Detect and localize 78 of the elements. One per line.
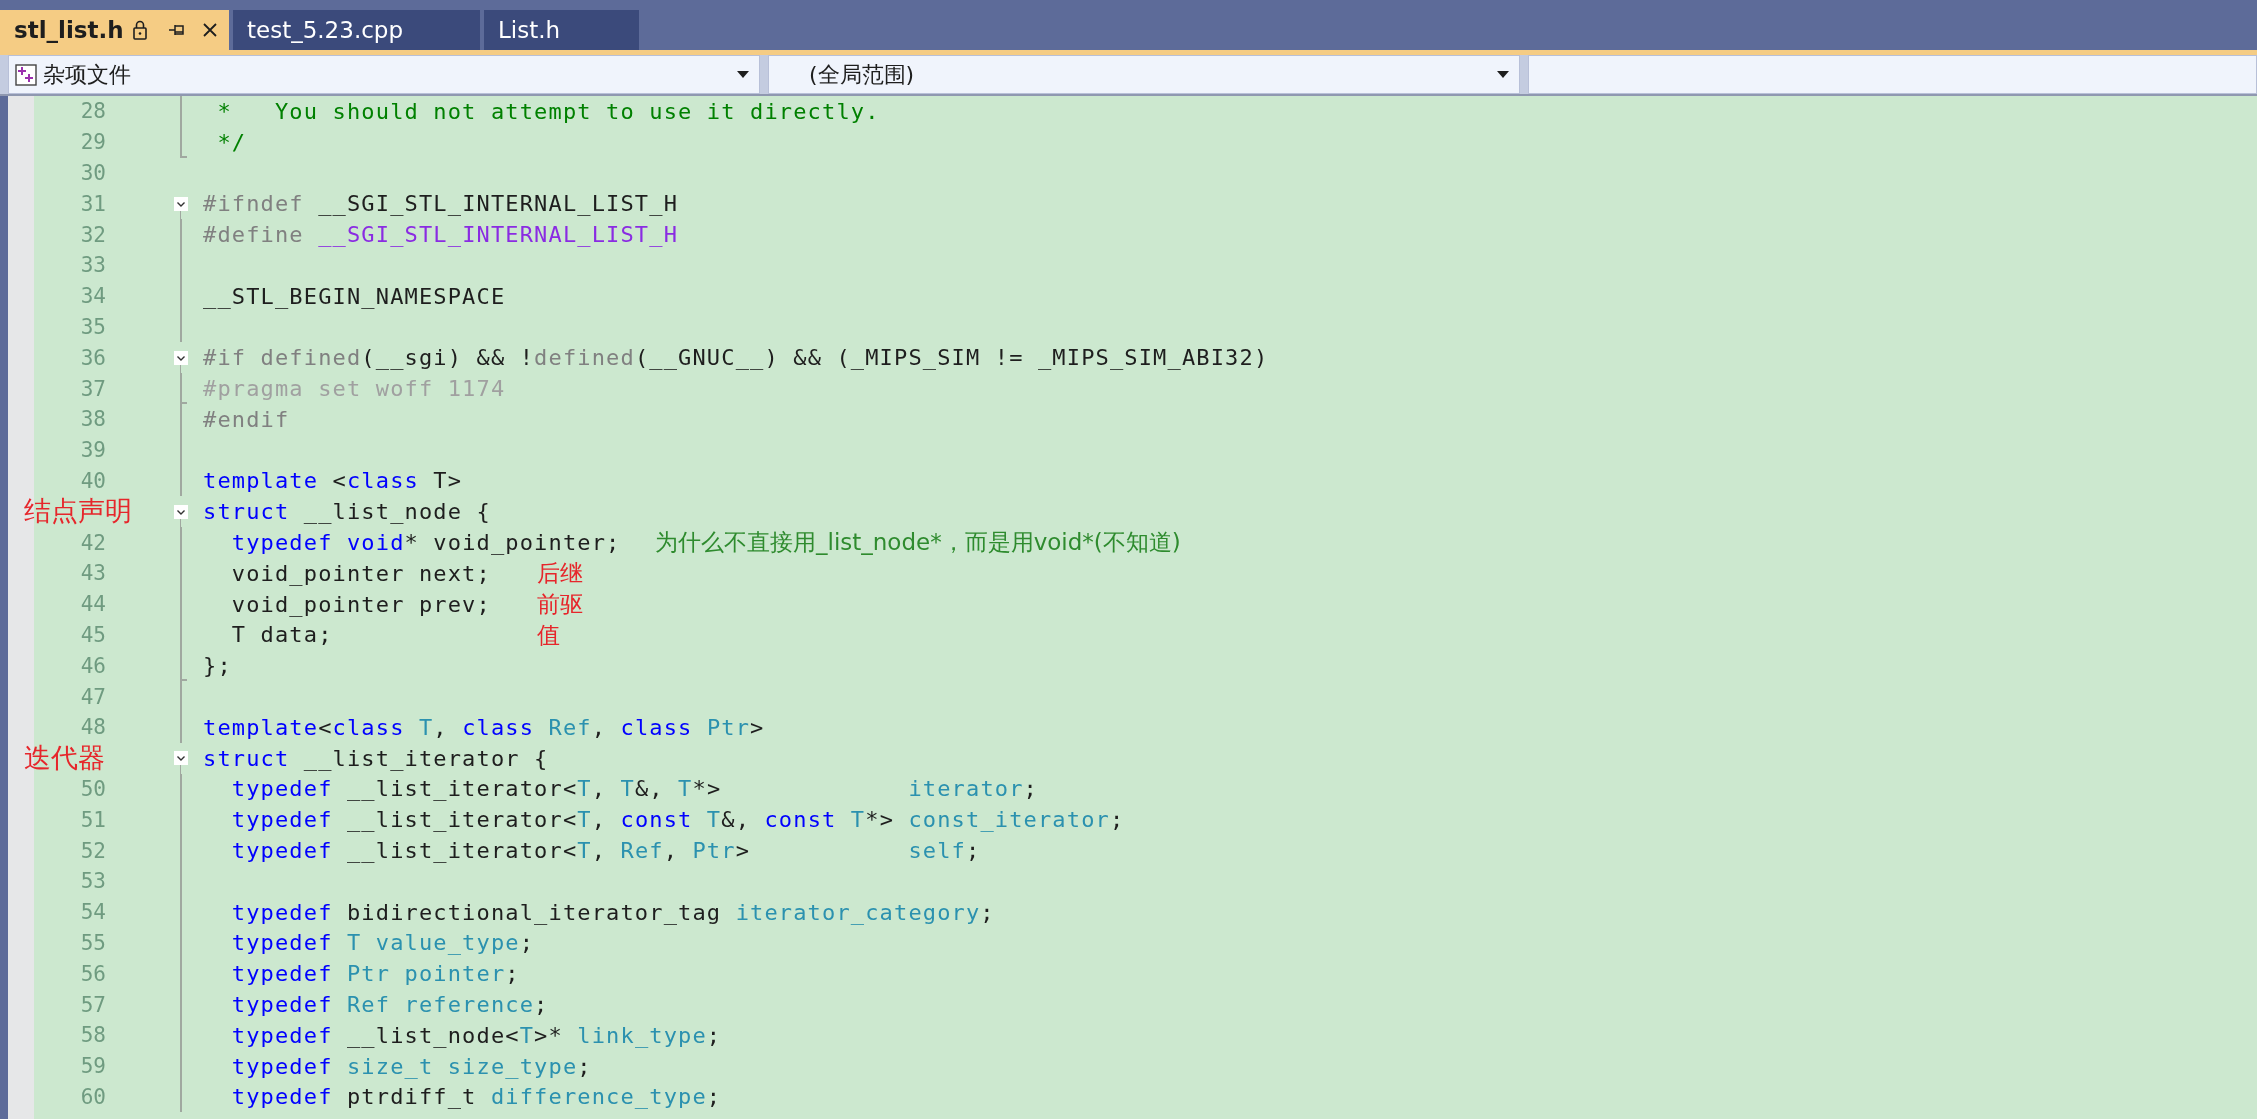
code-line: #ifndef __SGI_STL_INTERNAL_LIST_H xyxy=(203,191,679,217)
dropdown[interactable]: (全局范围) xyxy=(768,55,1520,94)
code-line: T data; xyxy=(230,622,333,648)
code-line: typedef ptrdiff_t difference_type; xyxy=(230,1084,722,1110)
line-number: 56 xyxy=(80,961,106,986)
code-line: typedef size_t size_type; xyxy=(230,1053,592,1079)
line-number: 43 xyxy=(80,561,106,586)
line-number: 54 xyxy=(80,900,106,925)
line-number: 51 xyxy=(80,807,106,832)
line-number: 42 xyxy=(80,530,106,555)
line-number: 29 xyxy=(80,130,106,155)
code-line: #pragma set woff 1174 xyxy=(203,376,506,402)
close-icon[interactable] xyxy=(201,22,218,38)
annotation-text: 迭代器 xyxy=(24,742,105,773)
line-number: 60 xyxy=(80,1084,106,1109)
line-number: 39 xyxy=(80,438,106,463)
collapse-icon[interactable] xyxy=(174,196,188,211)
dropdown[interactable]: 杂项文件 xyxy=(8,55,760,94)
caret-icon xyxy=(737,71,749,78)
code-line: template <class T> xyxy=(203,468,463,494)
code-line: typedef void* void_pointer; xyxy=(230,530,621,556)
code-line: typedef Ptr pointer; xyxy=(230,961,520,987)
code-line: typedef __list_iterator<T, T&, T*> iterator; xyxy=(230,776,1038,802)
code-line: struct __list_node { xyxy=(203,499,491,525)
line-number: 40 xyxy=(80,468,106,493)
code-line: void_pointer next; xyxy=(230,560,491,586)
annotation-text: 为什么不直接用_list_node*，而是用void*(不知道) xyxy=(655,529,1181,556)
line-number: 35 xyxy=(80,314,106,339)
line-number: 59 xyxy=(80,1054,106,1079)
annotation-text: 后继 xyxy=(537,559,583,586)
line-number: 53 xyxy=(80,869,106,894)
code-line: void_pointer prev; xyxy=(230,591,491,617)
line-number: 28 xyxy=(80,99,106,124)
collapse-icon[interactable] xyxy=(174,350,188,365)
line-number: 36 xyxy=(80,345,106,370)
code-line: template<class T, class Ref, class Ptr> xyxy=(203,714,765,740)
code-line: struct __list_iterator { xyxy=(203,745,549,771)
code-line: * You should not attempt to use it directly. xyxy=(216,98,880,124)
editor-tab[interactable]: stl_list.h xyxy=(0,10,229,50)
line-number: 38 xyxy=(80,407,106,432)
collapse-icon[interactable] xyxy=(174,751,188,766)
line-number: 32 xyxy=(80,222,106,247)
line-number: 31 xyxy=(80,191,106,216)
line-number: 58 xyxy=(80,1023,106,1048)
line-number: 46 xyxy=(80,653,106,678)
code-line: }; xyxy=(203,653,232,679)
pin-icon[interactable] xyxy=(167,23,186,37)
line-number: 33 xyxy=(80,253,106,278)
code-line: typedef __list_node<T>* link_type; xyxy=(230,1022,722,1048)
annotation-text: 结点声明 xyxy=(24,496,132,527)
code-line: typedef __list_iterator<T, Ref, Ptr> self; xyxy=(230,838,981,863)
line-number: 55 xyxy=(80,930,106,955)
line-number: 44 xyxy=(80,592,106,617)
line-number: 37 xyxy=(80,376,106,401)
code-line: typedef T value_type; xyxy=(230,930,535,956)
editor-tab[interactable]: List.h xyxy=(484,10,639,50)
line-number: 48 xyxy=(80,715,106,740)
code-line: */ xyxy=(216,129,247,155)
code-line: typedef bidirectional_iterator_tag iterator_category; xyxy=(230,899,995,925)
line-number: 47 xyxy=(80,684,106,709)
code-line: #if defined(__sgi) && !defined(__GNUC__) && (_MIPS_SIM != _MIPS_SIM_ABI32) xyxy=(203,345,1269,371)
code-line: #endif xyxy=(203,406,290,432)
code-line: typedef __list_iterator<T, const T&, const T*> const_iterator; xyxy=(230,807,1125,833)
line-number: 30 xyxy=(80,161,106,185)
line-number: 34 xyxy=(80,284,106,309)
code-line: typedef Ref reference; xyxy=(230,992,549,1017)
project-icon xyxy=(15,63,37,86)
annotation-text: 前驱 xyxy=(537,590,583,617)
line-number: 52 xyxy=(80,838,106,863)
caret-icon xyxy=(1497,71,1509,78)
editor-tab[interactable]: test_5.23.cpp xyxy=(233,10,480,50)
code-line: __STL_BEGIN_NAMESPACE xyxy=(203,283,506,309)
annotation-text: 值 xyxy=(537,621,560,648)
collapse-icon[interactable] xyxy=(174,504,188,519)
line-number: 45 xyxy=(80,622,106,647)
line-number: 50 xyxy=(80,776,106,801)
code-line: #define __SGI_STL_INTERNAL_LIST_H xyxy=(203,222,679,248)
line-number: 57 xyxy=(80,992,106,1017)
